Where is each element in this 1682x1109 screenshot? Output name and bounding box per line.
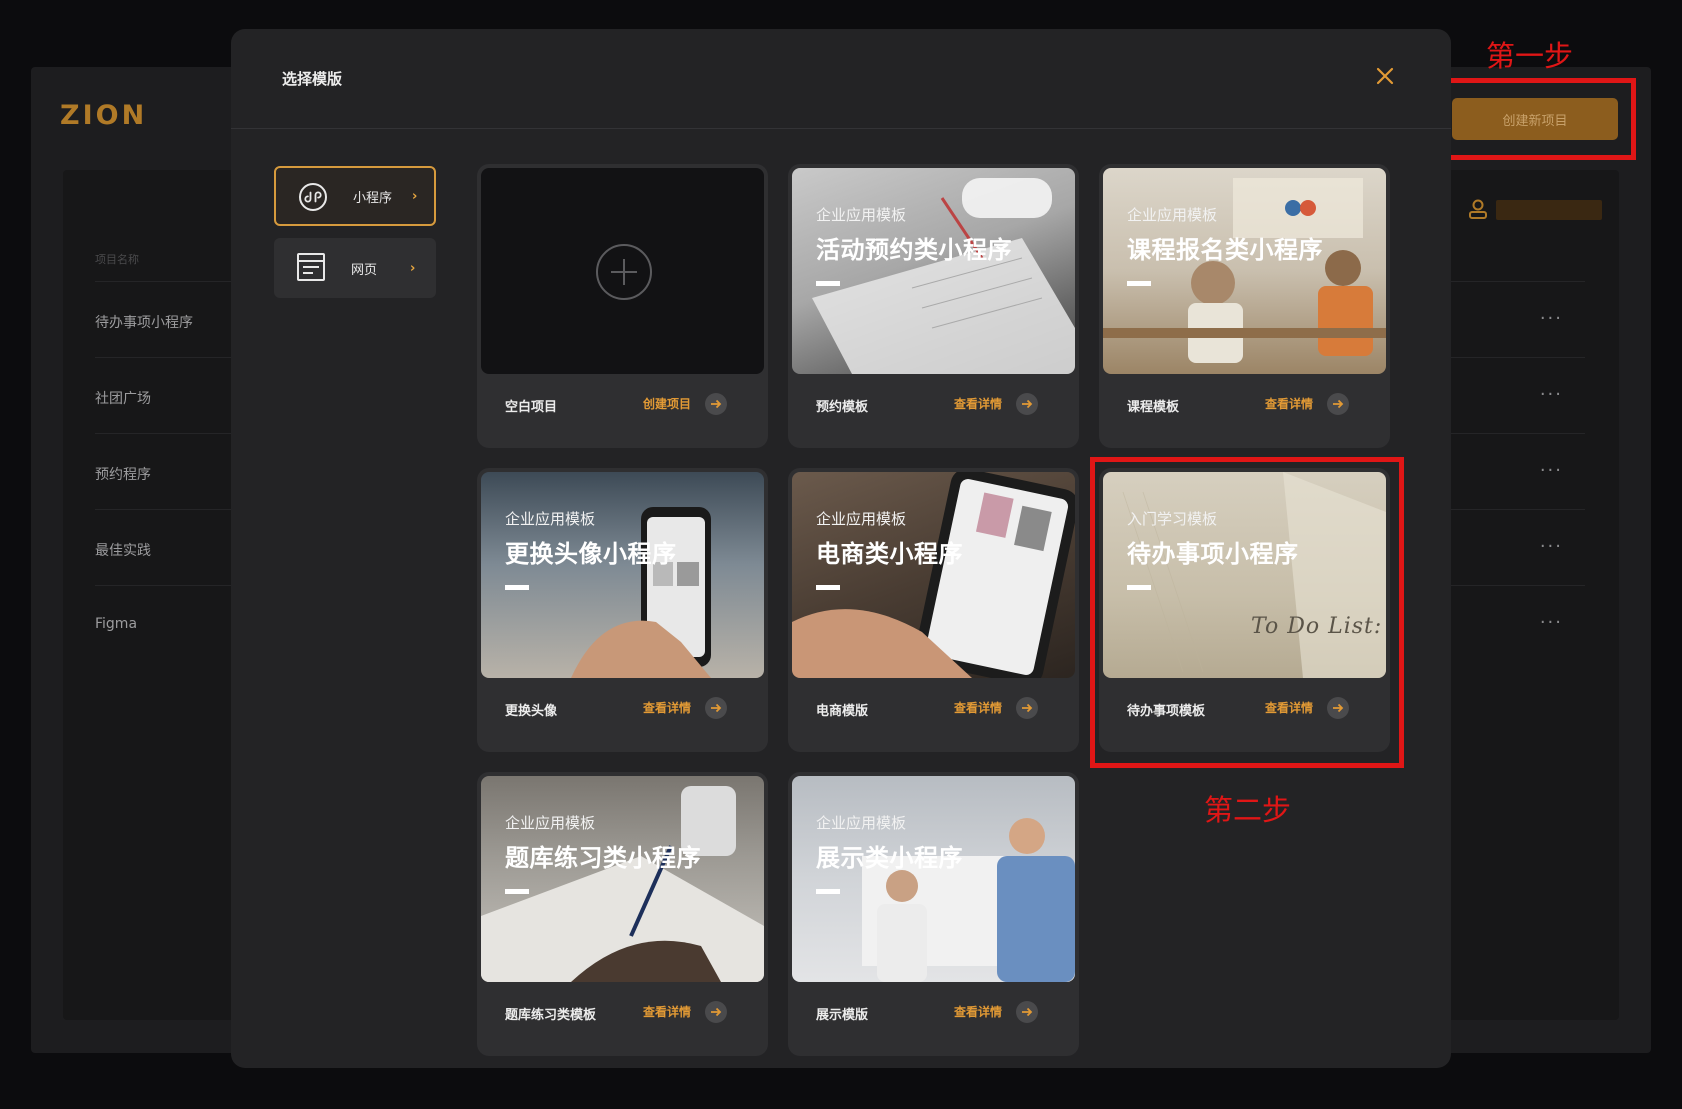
title-underline (816, 585, 840, 590)
template-name: 课程报名类小程序 (1127, 236, 1323, 264)
title-underline (816, 889, 840, 894)
card-footer-label: 预约模板 (816, 400, 869, 415)
template-card-blank[interactable]: 空白项目 创建项目 (477, 164, 768, 448)
project-name: 最佳实践 (95, 543, 151, 559)
project-name: 社团广场 (95, 391, 151, 407)
template-name: 电商类小程序 (816, 540, 963, 568)
step2-highlight-box (1090, 457, 1404, 768)
nav-item-mini-program[interactable]: 小程序 › (274, 166, 436, 226)
template-tag: 企业应用模板 (816, 206, 907, 224)
card-footer-label: 电商模版 (816, 704, 869, 719)
template-preview-image: 企业应用模板 活动预约类小程序 (792, 168, 1075, 374)
user-name-placeholder (1496, 200, 1602, 220)
card-footer-label: 展示模版 (816, 1008, 869, 1023)
arrow-right-icon[interactable] (705, 1001, 727, 1023)
modal-divider (231, 128, 1451, 129)
view-details-link[interactable]: 查看详情 (954, 395, 1002, 412)
project-name: 预约程序 (95, 467, 151, 483)
user-icon (1468, 198, 1488, 220)
template-preview-image: 企业应用模板 更换头像小程序 (481, 472, 764, 678)
title-underline (816, 281, 840, 286)
template-card[interactable]: 企业应用模板 活动预约类小程序 预约模板 查看详情 (788, 164, 1079, 448)
close-icon[interactable] (1374, 65, 1396, 87)
view-details-link[interactable]: 查看详情 (954, 1003, 1002, 1020)
step1-annotation: 第一步 (1486, 39, 1574, 73)
modal-title: 选择模版 (282, 70, 343, 88)
chevron-right-icon: › (410, 260, 416, 276)
plus-icon[interactable] (596, 244, 652, 300)
project-name: 待办事项小程序 (95, 315, 193, 331)
title-underline (505, 889, 529, 894)
create-project-link[interactable]: 创建项目 (643, 395, 691, 412)
arrow-right-icon[interactable] (1016, 697, 1038, 719)
arrow-right-icon[interactable] (1016, 1001, 1038, 1023)
more-icon[interactable]: ··· (1540, 612, 1563, 633)
template-card[interactable]: 企业应用模板 更换头像小程序 更换头像 查看详情 (477, 468, 768, 752)
nav-item-label: 小程序 (353, 190, 393, 206)
template-preview-image: 企业应用模板 展示类小程序 (792, 776, 1075, 982)
more-icon[interactable]: ··· (1540, 460, 1563, 481)
template-tag: 企业应用模板 (816, 814, 907, 832)
template-card[interactable]: 企业应用模板 题库练习类小程序 题库练习类模板 查看详情 (477, 772, 768, 1056)
template-name: 展示类小程序 (816, 844, 963, 872)
mini-program-icon (298, 182, 330, 214)
webpage-icon (296, 252, 328, 284)
template-preview-image: 企业应用模板 电商类小程序 (792, 472, 1075, 678)
template-tag: 企业应用模板 (1127, 206, 1218, 224)
template-name: 活动预约类小程序 (816, 236, 1012, 264)
more-icon[interactable]: ··· (1540, 536, 1563, 557)
card-footer-label: 课程模板 (1127, 400, 1180, 415)
card-footer-label: 题库练习类模板 (505, 1008, 597, 1023)
template-card[interactable]: 企业应用模板 电商类小程序 电商模版 查看详情 (788, 468, 1079, 752)
arrow-right-icon[interactable] (1327, 393, 1349, 415)
title-underline (1127, 281, 1151, 286)
template-tag: 企业应用模板 (816, 510, 907, 528)
nav-item-webpage[interactable]: 网页 › (274, 238, 436, 298)
chevron-right-icon: › (412, 188, 418, 204)
template-card[interactable]: 企业应用模板 展示类小程序 展示模版 查看详情 (788, 772, 1079, 1056)
template-preview-image: 企业应用模板 课程报名类小程序 (1103, 168, 1386, 374)
card-footer-label: 更换头像 (505, 704, 558, 719)
app-logo: ZION (60, 100, 148, 131)
template-name: 更换头像小程序 (505, 540, 677, 568)
more-icon[interactable]: ··· (1540, 308, 1563, 329)
title-underline (505, 585, 529, 590)
template-tag: 企业应用模板 (505, 814, 596, 832)
project-name: Figma (95, 616, 138, 632)
view-details-link[interactable]: 查看详情 (1265, 395, 1313, 412)
view-details-link[interactable]: 查看详情 (954, 699, 1002, 716)
card-footer-label: 空白项目 (505, 400, 558, 415)
view-details-link[interactable]: 查看详情 (643, 699, 691, 716)
arrow-right-icon[interactable] (1016, 393, 1038, 415)
more-icon[interactable]: ··· (1540, 384, 1563, 405)
nav-item-label: 网页 (351, 262, 378, 278)
template-tag: 企业应用模板 (505, 510, 596, 528)
step2-annotation: 第二步 (1204, 793, 1292, 827)
arrow-right-icon[interactable] (705, 393, 727, 415)
template-card[interactable]: 企业应用模板 课程报名类小程序 课程模板 查看详情 (1099, 164, 1390, 448)
template-name: 题库练习类小程序 (505, 844, 701, 872)
template-preview-image: 企业应用模板 题库练习类小程序 (481, 776, 764, 982)
view-details-link[interactable]: 查看详情 (643, 1003, 691, 1020)
step1-highlight-box (1438, 78, 1636, 160)
arrow-right-icon[interactable] (705, 697, 727, 719)
blank-project-preview (481, 168, 764, 374)
project-name-column-header: 项目名称 (95, 253, 139, 266)
